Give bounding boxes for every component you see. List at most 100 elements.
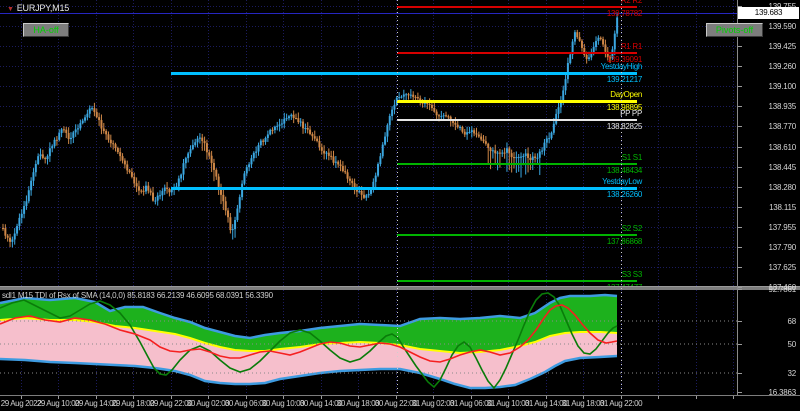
candle-body: [306, 127, 309, 130]
time-tick-label: 30 Aug 02:00: [186, 399, 230, 408]
indicator-tick-label: 92.7861: [768, 285, 796, 294]
candle-body: [377, 164, 380, 176]
candle-body: [81, 120, 84, 124]
candle-body: [545, 138, 548, 143]
price-tick-mark: [738, 267, 742, 268]
day-open-label: DayOpen: [610, 90, 642, 99]
indicator-tick-mark: [738, 373, 742, 374]
price-tick-label: 139.425: [768, 42, 796, 51]
candle-body: [37, 156, 40, 165]
candle-body: [379, 156, 382, 165]
candle-body: [360, 190, 363, 195]
candle-body: [393, 104, 396, 110]
candle-body: [616, 17, 619, 34]
candle-body: [255, 151, 258, 153]
time-tick-label: 30 Aug 14:00: [299, 399, 343, 408]
indicator-tick-label: 32: [787, 369, 797, 378]
candle-body: [388, 116, 391, 126]
candle-body: [65, 129, 68, 133]
candle-body: [463, 131, 466, 135]
pivots-toggle-button[interactable]: Pivots-off: [706, 23, 763, 37]
candle-body: [381, 144, 384, 157]
price-tick-label: 138.115: [769, 203, 796, 212]
price-tick-mark: [738, 86, 742, 87]
time-axis[interactable]: 29 Aug 2022 29 Aug 10:00 29 Aug 14:00 29 Au…: [0, 396, 800, 411]
indicator-tick-label: 68: [787, 317, 797, 326]
price-tick-label: 137.790: [768, 243, 796, 252]
candle-body: [203, 141, 206, 144]
price-tick-label: 139.260: [768, 62, 796, 71]
candle-body: [170, 189, 173, 193]
candle-body: [264, 137, 267, 142]
s2-value: 137.86868: [606, 237, 642, 246]
candle-body: [454, 122, 457, 125]
candle-body: [130, 172, 133, 177]
candle-body: [374, 175, 377, 182]
candle-body: [337, 161, 340, 165]
time-tick-label: 31 Aug 10:00: [486, 399, 530, 408]
ha-toggle-button[interactable]: HA-off: [23, 23, 69, 37]
candle-body: [327, 152, 330, 156]
yest-high-value: 139.21217: [606, 75, 642, 84]
candle-body: [597, 37, 600, 41]
main-chart[interactable]: R2 R2139.78782R1 R1139.39091YestdayHigh1…: [0, 0, 737, 286]
candle-body: [116, 148, 119, 153]
candle-body: [285, 118, 288, 120]
candle-body: [13, 233, 16, 240]
price-tick-label: 139.100: [768, 82, 796, 91]
candle-body: [2, 228, 4, 229]
candle-body: [205, 143, 208, 153]
candle-body: [409, 94, 412, 96]
candle-body: [459, 126, 462, 128]
candle-body: [346, 172, 349, 179]
period-separator: [397, 0, 398, 395]
candle-body: [77, 128, 80, 130]
time-tick-mark: [696, 396, 697, 399]
candle-body: [433, 108, 436, 112]
candle-body: [4, 228, 7, 236]
time-tick-label: 29 Aug 18:00: [111, 399, 155, 408]
candle-body: [107, 134, 110, 140]
candle-body: [316, 138, 319, 141]
candle-body: [9, 237, 12, 242]
candle-body: [231, 229, 234, 231]
candle-body: [74, 129, 77, 133]
candle-body: [27, 190, 30, 202]
candle-body: [430, 104, 433, 109]
candle-body: [400, 96, 403, 98]
price-tick-mark: [738, 167, 742, 168]
candle-body: [445, 115, 448, 117]
indicator-window[interactable]: sdl1 M15 TDI of Rsx of SMA (14,0,0) 85.8…: [0, 290, 737, 395]
candle-body: [18, 217, 21, 227]
symbol-period-label: EURJPY,M15: [16, 3, 70, 13]
time-tick-label: 30 Aug 18:00: [336, 399, 380, 408]
candle-body: [475, 133, 478, 135]
candle-body: [543, 142, 546, 151]
candle-body: [91, 108, 94, 110]
candle-body: [578, 37, 581, 41]
candle-body: [484, 141, 487, 144]
candle-body: [144, 185, 147, 192]
candle-body: [498, 152, 501, 154]
candle-body: [67, 132, 70, 140]
candle-body: [402, 94, 405, 97]
pp-line: [397, 119, 637, 121]
candle-body: [114, 144, 117, 149]
candle-body: [482, 139, 485, 142]
candle-body: [215, 169, 218, 177]
candle-body: [508, 148, 511, 154]
time-tick-label: 31 Aug 14:00: [524, 399, 568, 408]
candle-body: [461, 126, 464, 132]
candle-body: [95, 112, 98, 118]
time-tick-label: 29 Aug 10:00: [36, 399, 80, 408]
price-axis[interactable]: 139.755139.590139.425139.260139.100138.9…: [737, 0, 800, 397]
time-tick-label: 30 Aug 06:00: [224, 399, 268, 408]
candle-body: [44, 157, 47, 160]
candle-body: [297, 118, 300, 123]
pp-value: 138.82825: [606, 122, 642, 131]
candle-body: [86, 113, 89, 118]
candle-body: [250, 158, 253, 165]
candle-body: [60, 129, 63, 134]
time-tick-label: 31 Aug 02:00: [411, 399, 455, 408]
candle-body: [238, 197, 241, 209]
